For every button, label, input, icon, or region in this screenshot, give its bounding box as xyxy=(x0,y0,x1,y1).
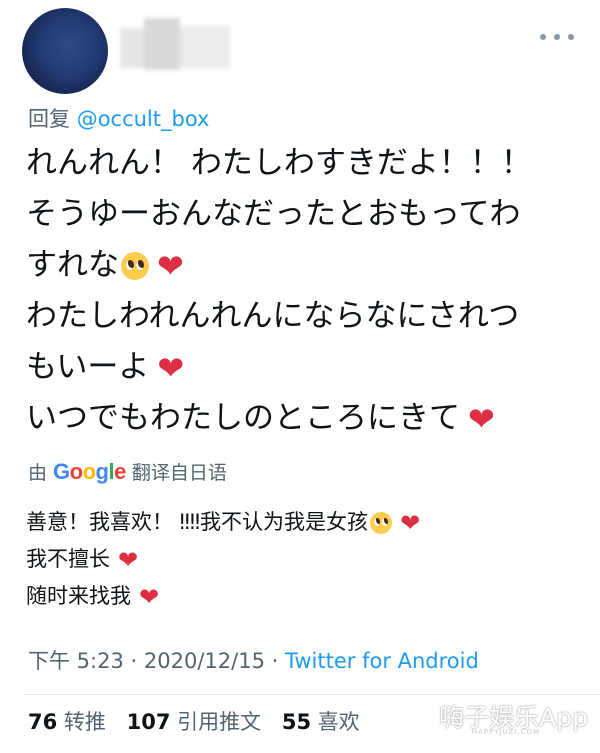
tweet-line: れんれん！ わたしわすきだよ！！！ xyxy=(26,145,532,181)
retweets-stat[interactable]: 76 转推 xyxy=(28,710,106,734)
red-heart-emoji-icon: ❤ xyxy=(468,399,495,438)
translation-attribution: 由 Google 翻译自日语 xyxy=(28,458,227,485)
pleading-face-emoji-icon xyxy=(370,511,393,534)
red-heart-emoji-icon: ❤ xyxy=(118,545,139,574)
google-logo[interactable]: Google xyxy=(53,459,126,485)
tweet-stats: 76 转推 107 引用推文 55 喜欢 xyxy=(28,706,374,736)
reply-to-line: 回复 @occult_box xyxy=(28,103,209,133)
tweet-text: れんれん！ わたしわすきだよ！！！ そうゆーおんなだったとおもってわ すれな ❤… xyxy=(26,138,586,444)
avatar[interactable] xyxy=(22,8,108,94)
pleading-face-emoji-icon xyxy=(121,251,149,280)
watermark-sub: HAPPYJUZI.COM xyxy=(471,728,540,736)
translated-line: 善意！我喜欢！ ‼‼我不认为我是女孩 ❤ xyxy=(26,508,421,537)
red-heart-emoji-icon: ❤ xyxy=(139,582,160,611)
tweet-line: いつでもわたしのところにきて ❤ xyxy=(26,399,495,438)
reply-handle-link[interactable]: @occult_box xyxy=(77,107,210,131)
meta-separator: · xyxy=(130,649,138,673)
translation-source-label: 翻译自日语 xyxy=(131,462,227,484)
red-heart-emoji-icon: ❤ xyxy=(157,348,185,387)
tweet-source-link[interactable]: Twitter for Android xyxy=(285,649,479,673)
red-heart-emoji-icon: ❤ xyxy=(157,246,184,285)
tweet-line: すれな ❤ xyxy=(26,246,184,285)
translated-text: 善意！我喜欢！ ‼‼我不认为我是女孩 ❤ 我不擅长 ❤ 随时来找我 ❤ xyxy=(26,504,420,615)
blurred-display-name xyxy=(120,18,230,70)
tweet-line: そうゆーおんなだったとおもってわ xyxy=(26,196,521,232)
divider xyxy=(24,694,600,695)
likes-stat[interactable]: 55 喜欢 xyxy=(282,710,360,734)
translated-line: 随时来找我 ❤ xyxy=(26,582,160,611)
more-options-icon[interactable] xyxy=(540,30,574,44)
tweet-time[interactable]: 下午 5:23 xyxy=(28,649,124,673)
tweet-line: わたしわれんれんにならなにされつ xyxy=(26,298,520,334)
tweet-date[interactable]: 2020/12/15 xyxy=(144,649,265,673)
tweet-line: もいーよ ❤ xyxy=(26,348,185,387)
red-heart-emoji-icon: ❤ xyxy=(400,508,421,537)
quote-tweets-stat[interactable]: 107 引用推文 xyxy=(127,710,262,734)
translated-line: 我不擅长 ❤ xyxy=(26,545,139,574)
meta-separator: · xyxy=(271,649,279,673)
translation-by-label: 由 xyxy=(28,462,48,484)
tweet-meta: 下午 5:23 · 2020/12/15 · Twitter for Andro… xyxy=(28,645,479,675)
reply-prefix: 回复 xyxy=(28,107,70,131)
